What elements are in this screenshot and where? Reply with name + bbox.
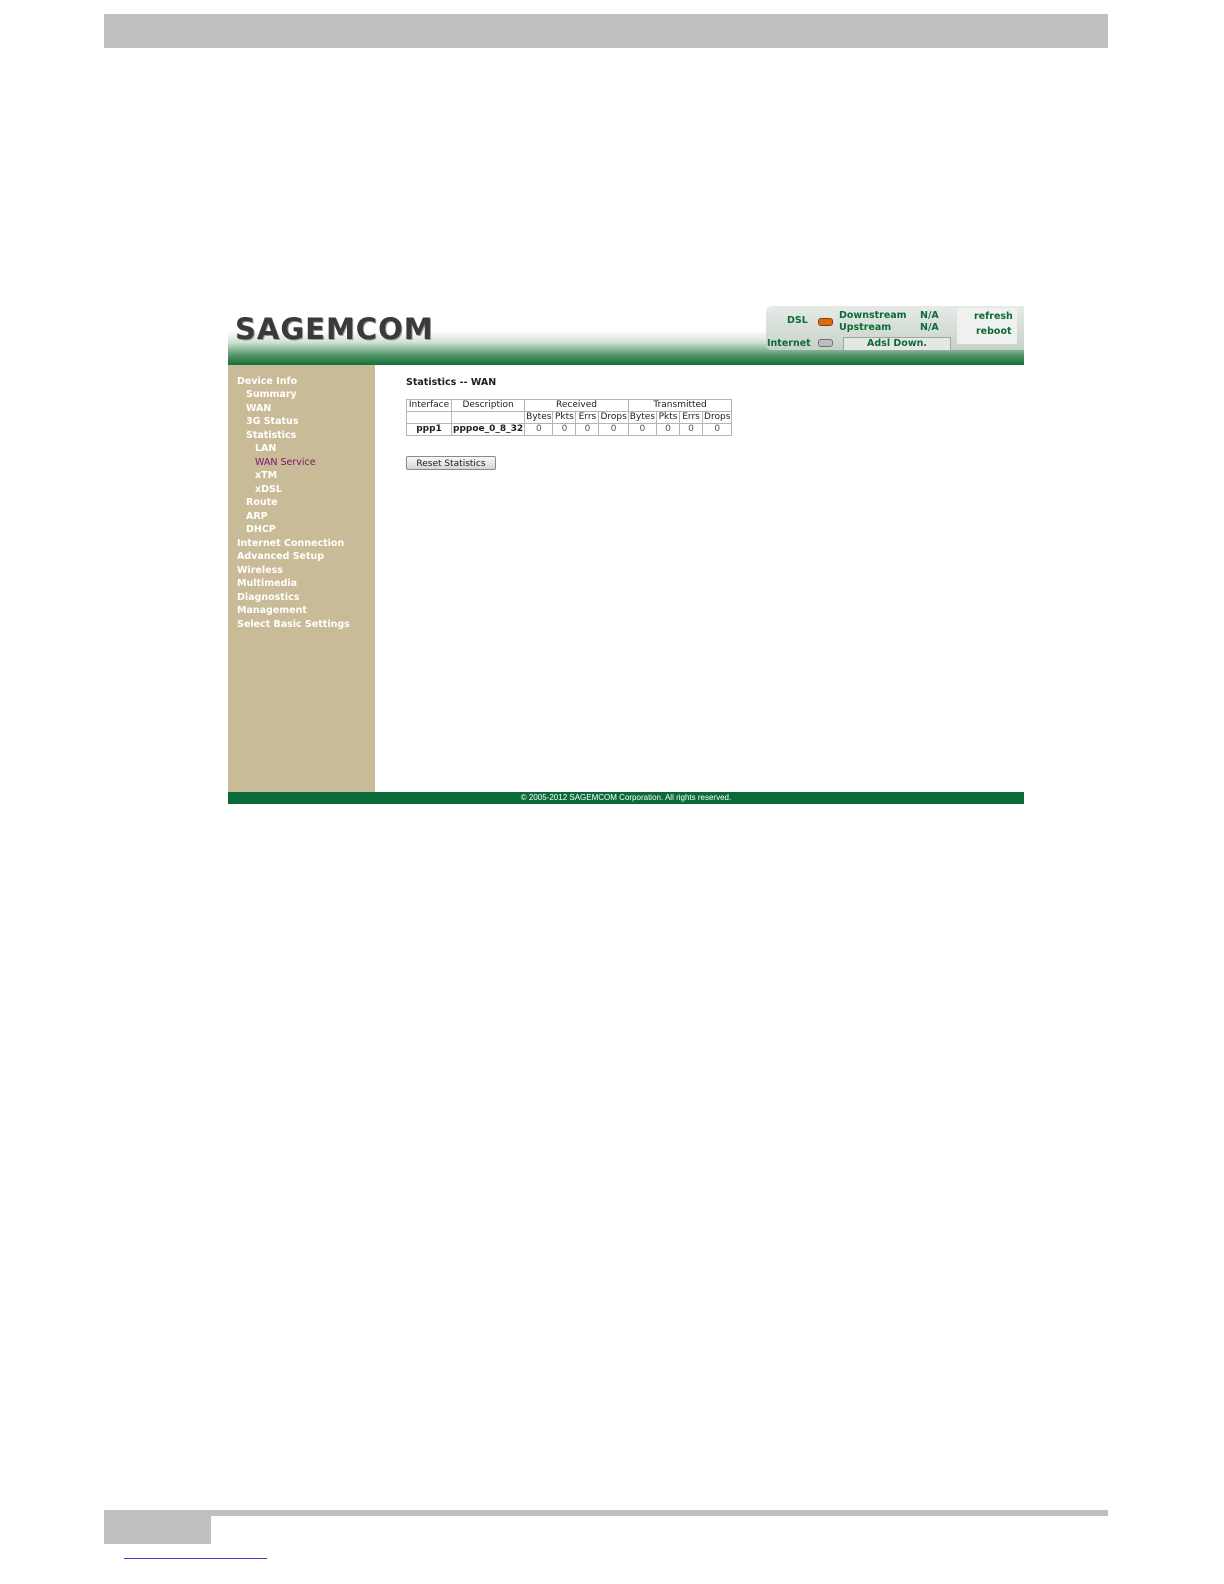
sagemcom-logo: SAGEMCOM (235, 312, 434, 346)
sidebar-item-advanced-setup[interactable]: Advanced Setup (237, 551, 324, 562)
sidebar-item-device-info[interactable]: Device Info (237, 376, 297, 387)
subcol-rx-drops: Drops (598, 411, 629, 424)
sidebar-item-select-basic-settings[interactable]: Select Basic Settings (237, 619, 350, 630)
reboot-button[interactable]: reboot (976, 326, 1012, 337)
cell-rx-pkts: 0 (552, 423, 577, 436)
page-footer-link-line (124, 1558, 267, 1559)
sidebar-item-wireless[interactable]: Wireless (237, 565, 283, 576)
sidebar-item-lan[interactable]: LAN (255, 443, 276, 454)
adsl-status: Adsl Down. (843, 337, 951, 351)
subcol-tx-errs: Errs (679, 411, 704, 424)
sidebar-item-internet-connection[interactable]: Internet Connection (237, 538, 344, 549)
page-header-bar (104, 14, 1108, 48)
empty-cell (450, 411, 526, 424)
subcol-rx-errs: Errs (575, 411, 600, 424)
sidebar-item-wan-service[interactable]: WAN Service (255, 457, 316, 468)
cell-tx-drops: 0 (702, 423, 733, 436)
header-banner: SAGEMCOM DSL Downstream N/A Upstream N/A… (228, 306, 1024, 365)
reset-statistics-button[interactable]: Reset Statistics (406, 456, 496, 470)
cell-rx-bytes: 0 (524, 423, 554, 436)
cell-interface: ppp1 (406, 423, 452, 436)
internet-led-icon (818, 339, 833, 347)
sidebar-item-diagnostics[interactable]: Diagnostics (237, 592, 299, 603)
page-footer-bar (104, 1510, 1108, 1516)
downstream-value: N/A (920, 310, 939, 321)
sidebar-item-3g-status[interactable]: 3G Status (246, 416, 298, 427)
dsl-label: DSL (787, 315, 808, 326)
sidebar-item-route[interactable]: Route (246, 497, 278, 508)
sidebar-item-wan[interactable]: WAN (246, 403, 271, 414)
sidebar-item-dhcp[interactable]: DHCP (246, 524, 276, 535)
subcol-rx-bytes: Bytes (524, 411, 554, 424)
footer-copyright: © 2005-2012 SAGEMCOM Corporation. All ri… (228, 792, 1024, 804)
cell-tx-errs: 0 (679, 423, 704, 436)
table-subheader-row: Bytes Pkts Errs Drops Bytes Pkts Errs Dr… (406, 411, 733, 424)
subcol-tx-pkts: Pkts (656, 411, 681, 424)
subcol-tx-drops: Drops (702, 411, 733, 424)
table-header-row: Interface Description Received Transmitt… (406, 399, 733, 412)
empty-cell (406, 411, 452, 424)
wan-statistics-table: Interface Description Received Transmitt… (406, 399, 733, 436)
sidebar-item-multimedia[interactable]: Multimedia (237, 578, 297, 589)
subcol-rx-pkts: Pkts (552, 411, 577, 424)
upstream-value: N/A (920, 322, 939, 333)
router-web-ui: SAGEMCOM DSL Downstream N/A Upstream N/A… (228, 306, 1024, 804)
group-header-received: Received (524, 399, 629, 412)
col-header-interface: Interface (406, 399, 452, 412)
internet-label: Internet (767, 338, 811, 349)
cell-tx-pkts: 0 (656, 423, 681, 436)
sidebar-item-statistics[interactable]: Statistics (246, 430, 296, 441)
sidebar-item-xdsl[interactable]: xDSL (255, 484, 282, 495)
page-title: Statistics -- WAN (406, 377, 497, 388)
sidebar-item-xtm[interactable]: xTM (255, 470, 277, 481)
sidebar: Device Info Summary WAN 3G Status Statis… (228, 365, 375, 792)
sidebar-item-management[interactable]: Management (237, 605, 307, 616)
page-number-tab (104, 1516, 211, 1544)
subcol-tx-bytes: Bytes (627, 411, 658, 424)
cell-description: pppoe_0_8_32 (450, 423, 526, 436)
table-row: ppp1 pppoe_0_8_32 0 0 0 0 0 0 0 0 (406, 423, 733, 436)
refresh-button[interactable]: refresh (974, 311, 1013, 322)
upstream-label: Upstream (839, 322, 892, 333)
dsl-led-icon (818, 318, 833, 326)
col-header-description: Description (450, 399, 526, 412)
cell-rx-drops: 0 (598, 423, 629, 436)
cell-tx-bytes: 0 (627, 423, 658, 436)
cell-rx-errs: 0 (575, 423, 600, 436)
sidebar-item-arp[interactable]: ARP (246, 511, 268, 522)
group-header-transmitted: Transmitted (627, 399, 733, 412)
downstream-label: Downstream (839, 310, 907, 321)
sidebar-item-summary[interactable]: Summary (246, 389, 297, 400)
